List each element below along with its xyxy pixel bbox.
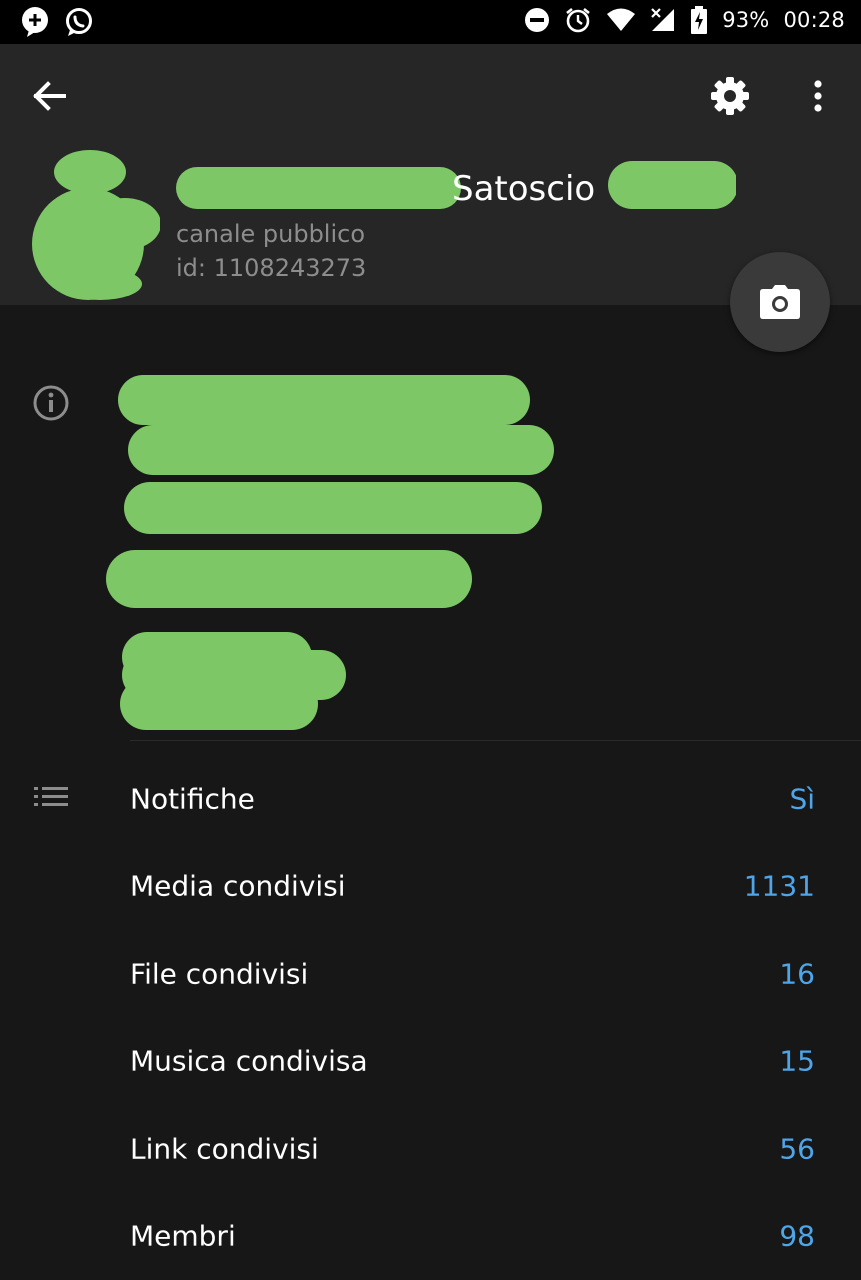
whatsapp-icon — [64, 6, 94, 38]
back-button[interactable] — [28, 74, 72, 118]
channel-id: id: 1108243273 — [176, 254, 367, 282]
row-value: Sì — [789, 782, 815, 816]
wifi-icon — [606, 7, 636, 33]
arrow-left-icon — [33, 81, 66, 111]
alarm-icon — [564, 6, 592, 34]
more-options-button[interactable] — [800, 74, 836, 118]
row-label: File condivisi — [130, 957, 309, 991]
settings-button[interactable] — [708, 74, 752, 118]
camera-icon — [760, 285, 800, 319]
avatar[interactable] — [30, 144, 161, 304]
row-label: Musica condivisa — [130, 1044, 368, 1078]
profile-header: Satoscio canale pubblico id: 1108243273 — [0, 44, 861, 305]
signal-icon — [650, 7, 676, 33]
more-vert-icon — [814, 80, 822, 112]
channel-title-text: Satoscio — [452, 169, 596, 209]
row-label: Notifiche — [130, 782, 255, 816]
divider — [130, 740, 861, 741]
channel-type: canale pubblico — [176, 220, 366, 248]
battery-percentage: 93% — [722, 8, 770, 32]
row-label: Link condivisi — [130, 1132, 319, 1166]
gear-icon — [711, 77, 749, 115]
row-value: 56 — [779, 1132, 815, 1166]
row-value: 15 — [779, 1044, 815, 1078]
shared-files-row[interactable]: File condivisi 16 — [0, 930, 861, 1018]
battery-charging-icon — [690, 6, 708, 34]
row-value: 1131 — [743, 869, 815, 903]
shared-links-row[interactable]: Link condivisi 56 — [0, 1105, 861, 1193]
row-value: 98 — [779, 1219, 815, 1253]
clock: 00:28 — [783, 8, 845, 32]
info-icon — [32, 384, 70, 422]
channel-description — [100, 360, 580, 740]
plus-bubble-icon — [20, 6, 50, 38]
shared-music-row[interactable]: Musica condivisa 15 — [0, 1018, 861, 1106]
row-value: 16 — [779, 957, 815, 991]
row-label: Media condivisi — [130, 869, 346, 903]
dnd-icon — [524, 7, 550, 33]
members-row[interactable]: Membri 98 — [0, 1193, 861, 1280]
notifications-row[interactable]: Notifiche Sì — [0, 755, 861, 843]
change-photo-button[interactable] — [730, 252, 830, 352]
info-list: Notifiche Sì Media condivisi 1131 File c… — [0, 755, 861, 1280]
list-icon — [34, 786, 68, 812]
row-label: Membri — [130, 1219, 236, 1253]
shared-media-row[interactable]: Media condivisi 1131 — [0, 843, 861, 931]
status-bar: 93% 00:28 — [0, 0, 861, 44]
